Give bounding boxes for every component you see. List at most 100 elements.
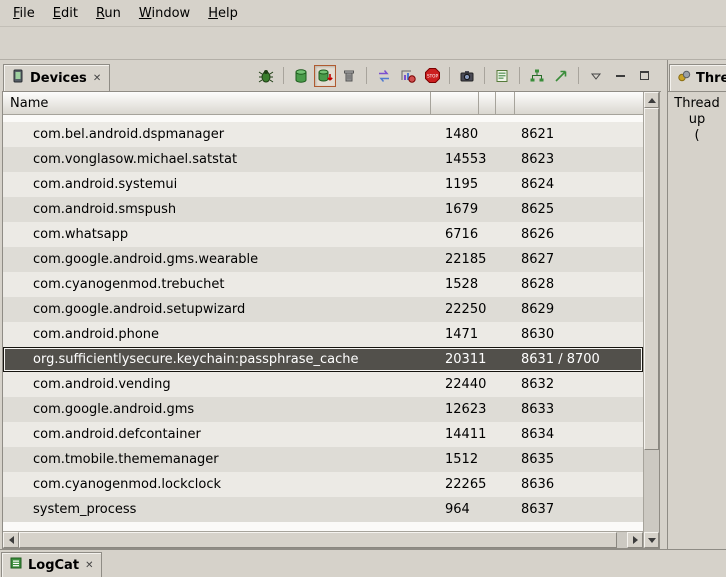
process-pid: 12623 <box>431 397 479 422</box>
column-header-name[interactable]: Name <box>3 92 431 114</box>
process-port: 8621 <box>515 122 643 147</box>
process-pid: 14553 <box>431 147 479 172</box>
process-row[interactable]: system_process9648637 <box>3 497 643 522</box>
close-icon[interactable]: ✕ <box>92 73 102 84</box>
process-pid: 22265 <box>431 472 479 497</box>
process-port: 8630 <box>515 322 643 347</box>
heap-update-icon[interactable] <box>290 65 312 87</box>
process-pid: 1195 <box>431 172 479 197</box>
scroll-up-button[interactable] <box>644 92 659 108</box>
update-threads-icon[interactable] <box>373 65 395 87</box>
column-header-blank1[interactable] <box>479 92 496 114</box>
tab-logcat-label: LogCat <box>28 558 79 573</box>
heap-dump-icon[interactable] <box>314 65 336 87</box>
menu-run[interactable]: Run <box>87 2 130 25</box>
process-name: com.cyanogenmod.lockclock <box>3 472 431 497</box>
scroll-track[interactable] <box>644 450 659 532</box>
close-icon[interactable]: ✕ <box>84 560 94 571</box>
scroll-down-button[interactable] <box>644 532 659 548</box>
horizontal-scroll-thumb[interactable] <box>19 532 617 548</box>
process-port: 8637 <box>515 497 643 522</box>
toolbar-separator <box>449 67 450 84</box>
column-header-blank2[interactable] <box>496 92 515 114</box>
process-pid: 22440 <box>431 372 479 397</box>
process-row[interactable]: com.google.android.setupwizard222508629 <box>3 297 643 322</box>
expand-icon[interactable] <box>550 65 572 87</box>
process-name: com.bel.android.dspmanager <box>3 122 431 147</box>
process-name: org.sufficientlysecure.keychain:passphra… <box>3 347 431 372</box>
tab-threads-label: Threads <box>696 71 726 86</box>
column-header-port[interactable] <box>515 92 643 114</box>
toolbar-separator <box>578 67 579 84</box>
process-name: com.whatsapp <box>3 222 431 247</box>
process-pid: 1528 <box>431 272 479 297</box>
maximize-icon[interactable] <box>633 65 655 87</box>
process-row[interactable]: org.sufficientlysecure.keychain:passphra… <box>3 347 643 372</box>
screen-capture-icon[interactable] <box>456 65 478 87</box>
threads-icon <box>677 69 691 87</box>
table-header: Name <box>3 92 643 115</box>
gc-icon[interactable] <box>338 65 360 87</box>
toolbar-separator <box>366 67 367 84</box>
process-pid: 6716 <box>431 222 479 247</box>
method-profiling-icon[interactable] <box>397 65 419 87</box>
toolbar-separator <box>519 67 520 84</box>
process-pid: 964 <box>431 497 479 522</box>
process-row[interactable]: com.cyanogenmod.lockclock222658636 <box>3 472 643 497</box>
process-row[interactable]: com.android.systemui11958624 <box>3 172 643 197</box>
scroll-right-button[interactable] <box>627 532 643 548</box>
vertical-scrollbar[interactable] <box>643 92 659 548</box>
process-row[interactable]: com.google.android.gms.wearable221858627 <box>3 247 643 272</box>
process-port: 8634 <box>515 422 643 447</box>
tab-logcat[interactable]: LogCat ✕ <box>1 552 102 577</box>
process-name: com.tmobile.thememanager <box>3 447 431 472</box>
horizontal-scrollbar[interactable] <box>3 531 643 548</box>
process-row[interactable]: com.tmobile.thememanager15128635 <box>3 447 643 472</box>
tab-devices[interactable]: Devices ✕ <box>3 64 110 91</box>
menu-edit[interactable]: Edit <box>44 2 87 25</box>
devices-tabbar: Devices ✕ <box>2 60 661 92</box>
process-pid: 1679 <box>431 197 479 222</box>
threads-message-line1: Thread up <box>670 96 724 128</box>
debug-icon[interactable] <box>255 65 277 87</box>
main-area: Devices ✕ <box>0 60 726 549</box>
process-pid: 1480 <box>431 122 479 147</box>
process-row[interactable]: com.android.phone14718630 <box>3 322 643 347</box>
minimize-icon[interactable] <box>609 65 631 87</box>
device-icon <box>11 69 25 87</box>
process-port: 8628 <box>515 272 643 297</box>
process-row[interactable]: com.cyanogenmod.trebuchet1528 8628 <box>3 272 643 297</box>
process-port: 8627 <box>515 247 643 272</box>
process-port: 8635 <box>515 447 643 472</box>
devices-panel: Devices ✕ <box>0 60 661 549</box>
process-port: 8623 <box>515 147 643 172</box>
vertical-scroll-thumb[interactable] <box>644 108 659 450</box>
scroll-left-button[interactable] <box>3 532 19 548</box>
menu-window[interactable]: Window <box>130 2 199 25</box>
hierarchy-icon[interactable] <box>526 65 548 87</box>
tab-threads[interactable]: Threads <box>669 64 726 91</box>
process-row[interactable]: com.vonglasow.michael.satstat14553 8623 <box>3 147 643 172</box>
stop-icon[interactable]: STOP <box>421 65 443 87</box>
process-pid: 1471 <box>431 322 479 347</box>
process-name: com.cyanogenmod.trebuchet <box>3 272 431 297</box>
process-row[interactable]: com.android.vending224408632 <box>3 372 643 397</box>
process-name: com.vonglasow.michael.satstat <box>3 147 431 172</box>
process-row[interactable]: com.bel.android.dspmanager1480 8621 <box>3 122 643 147</box>
process-port: 8626 <box>515 222 643 247</box>
menu-file[interactable]: File <box>4 2 44 25</box>
tab-devices-label: Devices <box>30 71 87 86</box>
menu-help[interactable]: Help <box>199 2 247 25</box>
device-table-body: com.bel.android.dspmanager14808621com.vo… <box>3 115 643 531</box>
process-pid: 14411 <box>431 422 479 447</box>
process-row[interactable]: com.android.smspush16798625 <box>3 197 643 222</box>
svg-text:STOP: STOP <box>426 73 438 78</box>
view-menu-icon[interactable] <box>585 65 607 87</box>
system-report-icon[interactable] <box>491 65 513 87</box>
device-table: Name com.bel.android.dspmanager14808621c… <box>2 92 660 549</box>
process-pid: 20311 <box>431 347 479 372</box>
process-row[interactable]: com.android.defcontainer144118634 <box>3 422 643 447</box>
column-header-pid[interactable] <box>431 92 479 114</box>
process-row[interactable]: com.google.android.gms126238633 <box>3 397 643 422</box>
process-row[interactable]: com.whatsapp6716 8626 <box>3 222 643 247</box>
